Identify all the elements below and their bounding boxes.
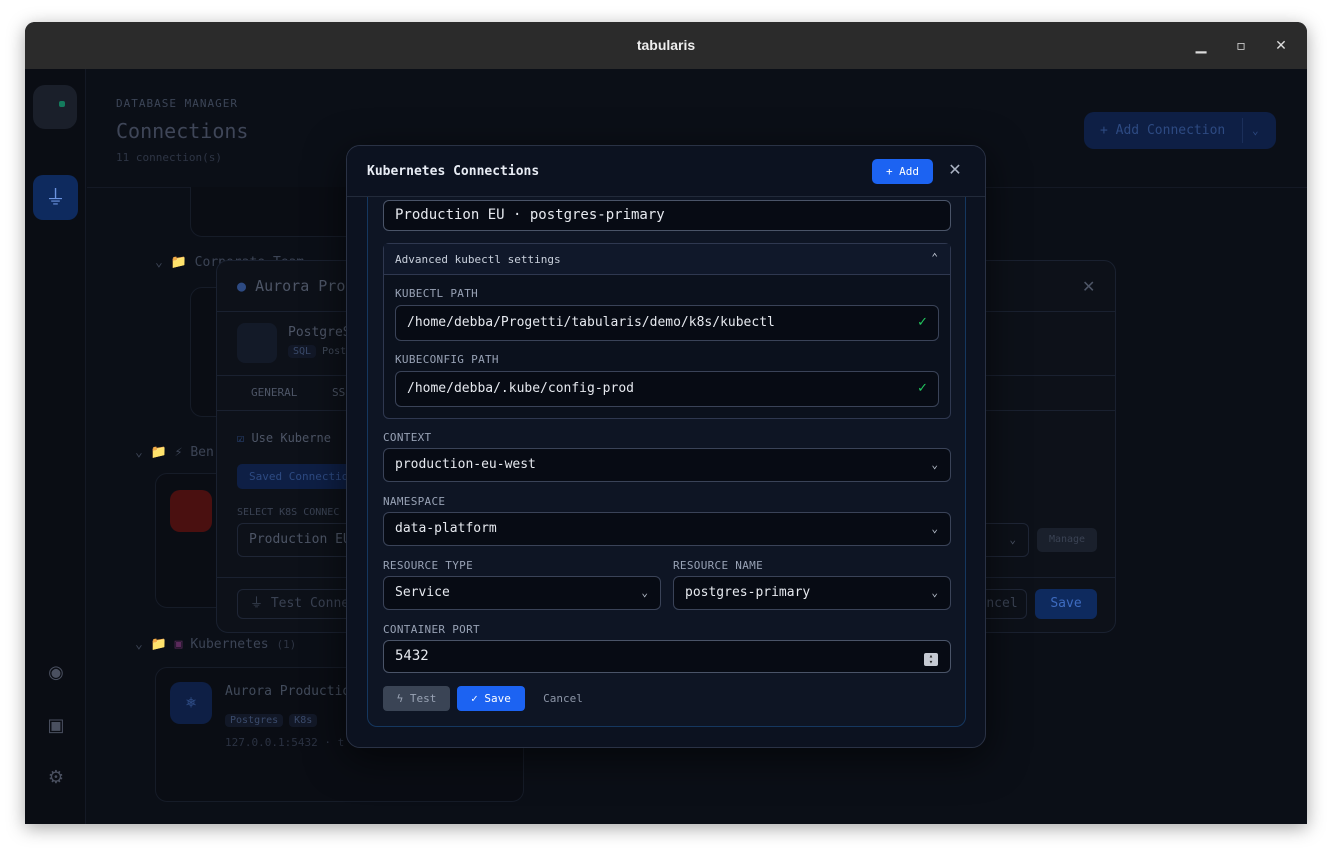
group-ben[interactable]: ⌄ 📁 ⚡ Ben: [135, 445, 214, 460]
tag-k8s: K8s: [289, 714, 318, 727]
namespace-label: NAMESPACE: [383, 495, 446, 508]
resource-name-label: RESOURCE NAME: [673, 559, 763, 572]
kubeconfig-path-label: KUBECONFIG PATH: [395, 353, 499, 366]
advanced-kubectl-settings: Advanced kubectl settings ⌃ KUBECTL PATH…: [383, 243, 951, 419]
close-icon[interactable]: ✕: [1082, 277, 1095, 296]
connections-plug-icon[interactable]: ⏚: [33, 175, 78, 220]
resource-name-select[interactable]: postgres-primary ⌄: [673, 576, 951, 610]
connection-count: 11 connection(s): [116, 151, 222, 164]
kubernetes-icon: ⎈: [170, 682, 212, 724]
k8s-connection-form: Production EU · postgres-primary Advance…: [367, 197, 966, 727]
add-k8s-button[interactable]: + Add: [872, 159, 933, 184]
db-name: PostgreS: [288, 325, 351, 340]
card-address: 127.0.0.1:5432 · t: [225, 736, 345, 749]
context-label: CONTEXT: [383, 431, 432, 444]
kubectl-path-label: KUBECTL PATH: [395, 287, 479, 300]
header-kicker: DATABASE MANAGER: [116, 97, 238, 110]
maximize-icon[interactable]: ▫: [1232, 37, 1250, 55]
save-button[interactable]: Save: [1035, 589, 1097, 619]
title-bar: tabularis ▁ ▫ ✕: [25, 22, 1307, 69]
add-connection-button[interactable]: + Add Connection ⌄: [1084, 112, 1276, 149]
chevron-down-icon: ⌄: [931, 458, 938, 471]
check-icon: ✓: [917, 315, 928, 330]
test-button[interactable]: ϟ Test: [383, 686, 450, 711]
namespace-select[interactable]: data-platform ⌄: [383, 512, 951, 546]
card-name: Aurora Production: [225, 684, 359, 699]
cancel-button[interactable]: Cancel: [537, 686, 589, 711]
use-k8s-checkbox[interactable]: ☑ Use Kuberne: [237, 431, 331, 445]
resource-type-select[interactable]: Service ⌄: [383, 576, 661, 610]
kubeconfig-path-input[interactable]: /home/debba/.kube/config-prod ✓: [395, 371, 939, 407]
page-title: Connections: [116, 119, 249, 143]
discord-icon[interactable]: ◉: [43, 660, 69, 686]
kubectl-path-input[interactable]: /home/debba/Progetti/tabularis/demo/k8s/…: [395, 305, 939, 341]
tab-ssh[interactable]: SS: [332, 386, 345, 399]
connection-name-input[interactable]: Production EU · postgres-primary: [383, 200, 951, 231]
check-icon: ✓: [471, 692, 485, 705]
context-select[interactable]: production-eu-west ⌄: [383, 448, 951, 482]
saved-connections-tab[interactable]: Saved Connectio: [237, 464, 357, 489]
tab-general[interactable]: GENERAL: [251, 386, 297, 399]
advanced-settings-toggle[interactable]: Advanced kubectl settings ⌃: [384, 244, 950, 275]
number-stepper[interactable]: ▴ ▾: [924, 653, 938, 666]
resource-type-label: RESOURCE TYPE: [383, 559, 473, 572]
group-kubernetes[interactable]: ⌄ 📁 ▣ Kubernetes (1): [135, 637, 296, 652]
chevron-down-icon: ⌄: [931, 586, 938, 599]
zap-icon: ϟ: [396, 692, 410, 705]
container-port-input[interactable]: 5432 ▴ ▾: [383, 640, 951, 673]
chevron-down-icon[interactable]: ⌄: [1252, 112, 1259, 149]
chip-icon[interactable]: ▣: [43, 713, 69, 739]
close-window-icon[interactable]: ✕: [1272, 37, 1290, 55]
modal-header: Kubernetes Connections + Add ✕: [347, 146, 985, 197]
manage-button[interactable]: Manage: [1037, 528, 1097, 552]
advanced-settings-title: Advanced kubectl settings: [395, 253, 561, 266]
save-button[interactable]: ✓ Save: [457, 686, 525, 711]
app-logo: [33, 85, 77, 129]
close-icon[interactable]: ✕: [945, 160, 965, 180]
tag-postgres: Postgres: [225, 714, 284, 727]
sidebar: ⏚ ◉ ▣ ⚙: [25, 69, 86, 824]
chevron-up-icon[interactable]: ⌃: [931, 251, 938, 264]
minimize-icon[interactable]: ▁: [1192, 37, 1210, 55]
sql-tag: SQL: [288, 345, 317, 358]
edit-modal-title: ● Aurora Pro: [237, 277, 346, 295]
check-icon: ✓: [917, 381, 928, 396]
window-title: tabularis: [636, 37, 696, 53]
add-connection-label: + Add Connection: [1100, 123, 1226, 138]
chevron-down-icon: ⌄: [931, 522, 938, 535]
chevron-down-icon: ⌄: [641, 586, 648, 599]
settings-gear-icon[interactable]: ⚙: [43, 765, 69, 791]
modal-title: Kubernetes Connections: [367, 164, 540, 179]
container-port-label: CONTAINER PORT: [383, 623, 480, 636]
select-k8s-label: SELECT K8S CONNEC: [237, 507, 340, 518]
kubernetes-connections-modal: Kubernetes Connections + Add ✕ Productio…: [346, 145, 986, 748]
